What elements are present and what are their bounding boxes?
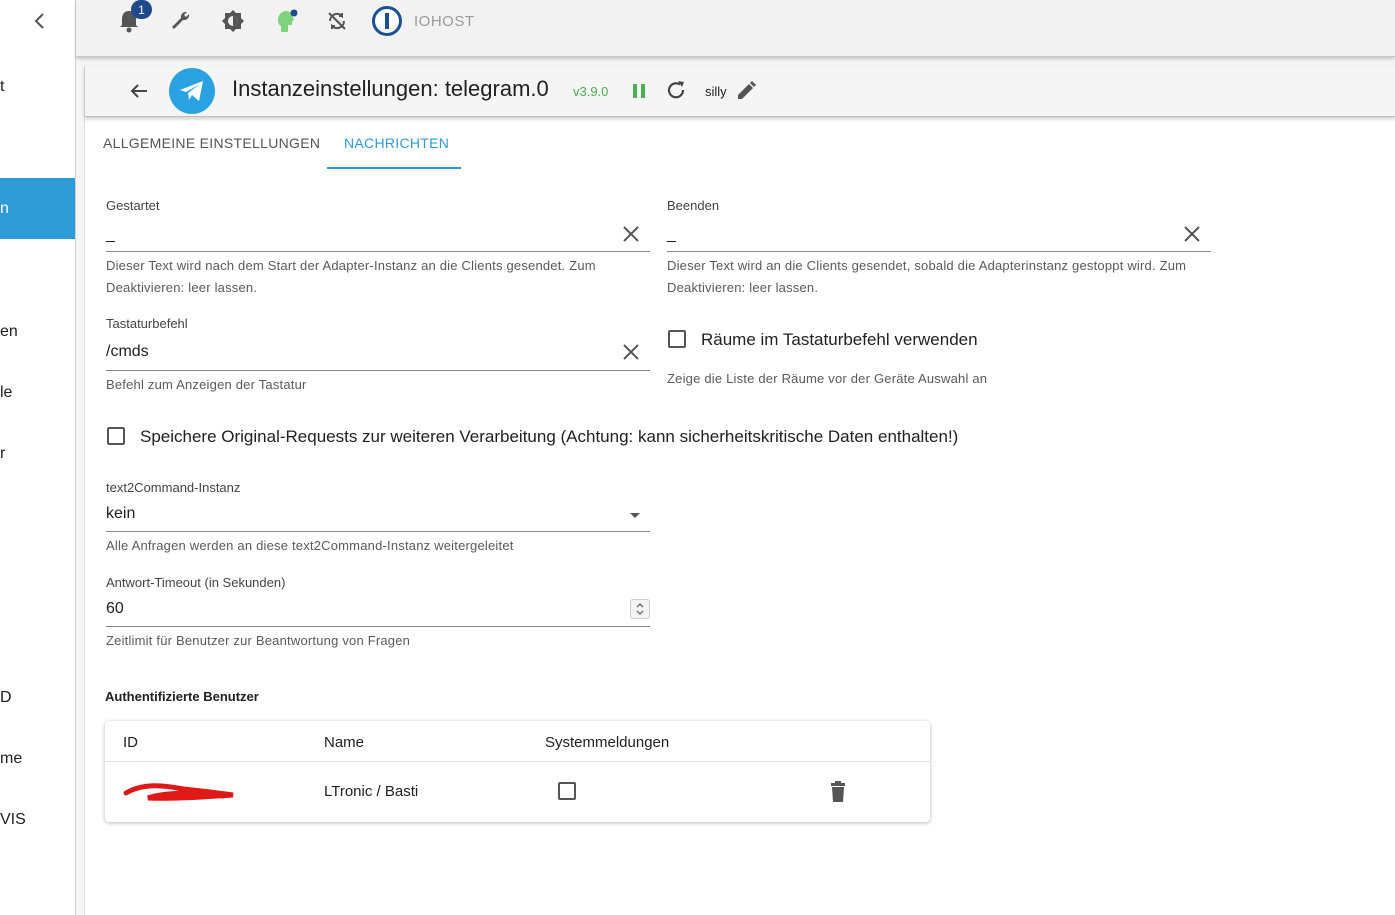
instance-version: v3.9.0 — [573, 84, 609, 99]
raeume-label: Räume im Tastaturbefehl verwenden — [701, 330, 978, 349]
edit-pencil-icon[interactable] — [735, 80, 757, 102]
sidebar-item[interactable]: D — [0, 689, 12, 707]
sync-disabled-icon[interactable] — [324, 8, 350, 34]
sidebar-item-active[interactable]: n — [0, 178, 75, 239]
text2command-label: text2Command-Instanz — [106, 480, 241, 495]
gestartet-underline — [106, 251, 650, 252]
column-header-name: Name — [324, 734, 365, 751]
column-header-id: ID — [123, 734, 138, 751]
expert-mode-icon[interactable] — [273, 8, 299, 34]
instance-settings-panel: Instanzeinstellungen: telegram.0 v3.9.0 … — [84, 66, 1395, 915]
sidebar-item[interactable]: t — [0, 78, 4, 96]
user-name-cell: LTronic / Basti — [324, 783, 419, 800]
sidebar-item[interactable]: me — [0, 750, 22, 768]
text2command-select[interactable]: kein — [106, 505, 135, 523]
speichere-requests-label: Speichere Original-Requests zur weiteren… — [140, 427, 959, 446]
clear-tastaturbefehl-icon[interactable] — [620, 341, 642, 363]
raeume-checkbox[interactable] — [668, 330, 686, 348]
back-arrow-icon[interactable] — [128, 80, 150, 102]
beenden-help: Dieser Text wird an die Clients gesendet… — [667, 258, 1187, 295]
beenden-underline — [667, 251, 1211, 252]
gestartet-label: Gestartet — [106, 198, 160, 213]
tastaturbefehl-help: Befehl zum Anzeigen der Tastatur — [106, 377, 307, 392]
timeout-help: Zeitlimit für Benutzer zur Beantwortung … — [106, 633, 411, 648]
tastaturbefehl-underline — [106, 370, 650, 371]
users-section-title: Authentifizierte Benutzer — [105, 689, 259, 704]
iobroker-logo-icon — [372, 6, 402, 36]
text2command-help: Alle Anfragen werden an diese text2Comma… — [106, 538, 514, 553]
telegram-logo-icon — [169, 68, 215, 114]
sidebar-item[interactable]: le — [0, 384, 12, 402]
timeout-input[interactable]: 60 — [106, 600, 124, 618]
tab-nachrichten[interactable]: NACHRICHTEN — [344, 135, 449, 151]
sidebar-item[interactable]: r — [0, 445, 5, 463]
dropdown-arrow-icon[interactable] — [628, 510, 642, 520]
beenden-label: Beenden — [667, 198, 720, 213]
column-header-systemmeldungen: Systemmeldungen — [545, 734, 670, 751]
instance-title: Instanzeinstellungen: telegram.0 — [232, 76, 549, 101]
gestartet-input[interactable]: _ — [106, 226, 115, 244]
log-level: silly — [705, 84, 727, 99]
speichere-requests-checkbox[interactable] — [107, 427, 125, 445]
gestartet-help: Dieser Text wird nach dem Start der Adap… — [106, 258, 596, 295]
text2command-underline — [106, 531, 650, 532]
reload-icon[interactable] — [665, 79, 687, 101]
theme-toggle-icon[interactable] — [220, 8, 246, 34]
timeout-underline — [106, 626, 650, 627]
host-label[interactable]: IOHOST — [414, 13, 475, 30]
number-stepper-icon[interactable] — [630, 599, 650, 619]
redacted-id-scribble — [123, 783, 234, 801]
wrench-icon[interactable] — [168, 8, 194, 34]
row-divider — [105, 761, 930, 762]
instance-header: Instanzeinstellungen: telegram.0 v3.9.0 … — [85, 66, 1395, 117]
clear-gestartet-icon[interactable] — [620, 223, 642, 245]
notification-badge: 1 — [131, 0, 152, 19]
raeume-help: Zeige die Liste der Räume vor der Geräte… — [667, 371, 988, 386]
systemmeldungen-checkbox[interactable] — [558, 782, 576, 800]
timeout-label: Antwort-Timeout (in Sekunden) — [106, 575, 286, 590]
pause-icon[interactable] — [630, 82, 648, 100]
active-tab-indicator — [327, 167, 461, 169]
chevron-left-icon[interactable] — [30, 10, 50, 32]
sidebar: t n en le r D me VIS — [0, 0, 76, 915]
users-table: ID Name Systemmeldungen LTronic / Basti — [105, 721, 930, 822]
beenden-input[interactable]: _ — [667, 226, 676, 244]
tastaturbefehl-input[interactable]: /cmds — [106, 343, 149, 361]
sidebar-item[interactable]: VIS — [0, 811, 26, 829]
tastaturbefehl-label: Tastaturbefehl — [106, 316, 188, 331]
delete-trash-icon[interactable] — [827, 780, 849, 804]
sidebar-item[interactable]: en — [0, 323, 18, 341]
top-toolbar: 1 IOHOST — [76, 0, 1395, 57]
tab-allgemeine-einstellungen[interactable]: ALLGEMEINE EINSTELLUNGEN — [103, 135, 320, 151]
clear-beenden-icon[interactable] — [1181, 223, 1203, 245]
